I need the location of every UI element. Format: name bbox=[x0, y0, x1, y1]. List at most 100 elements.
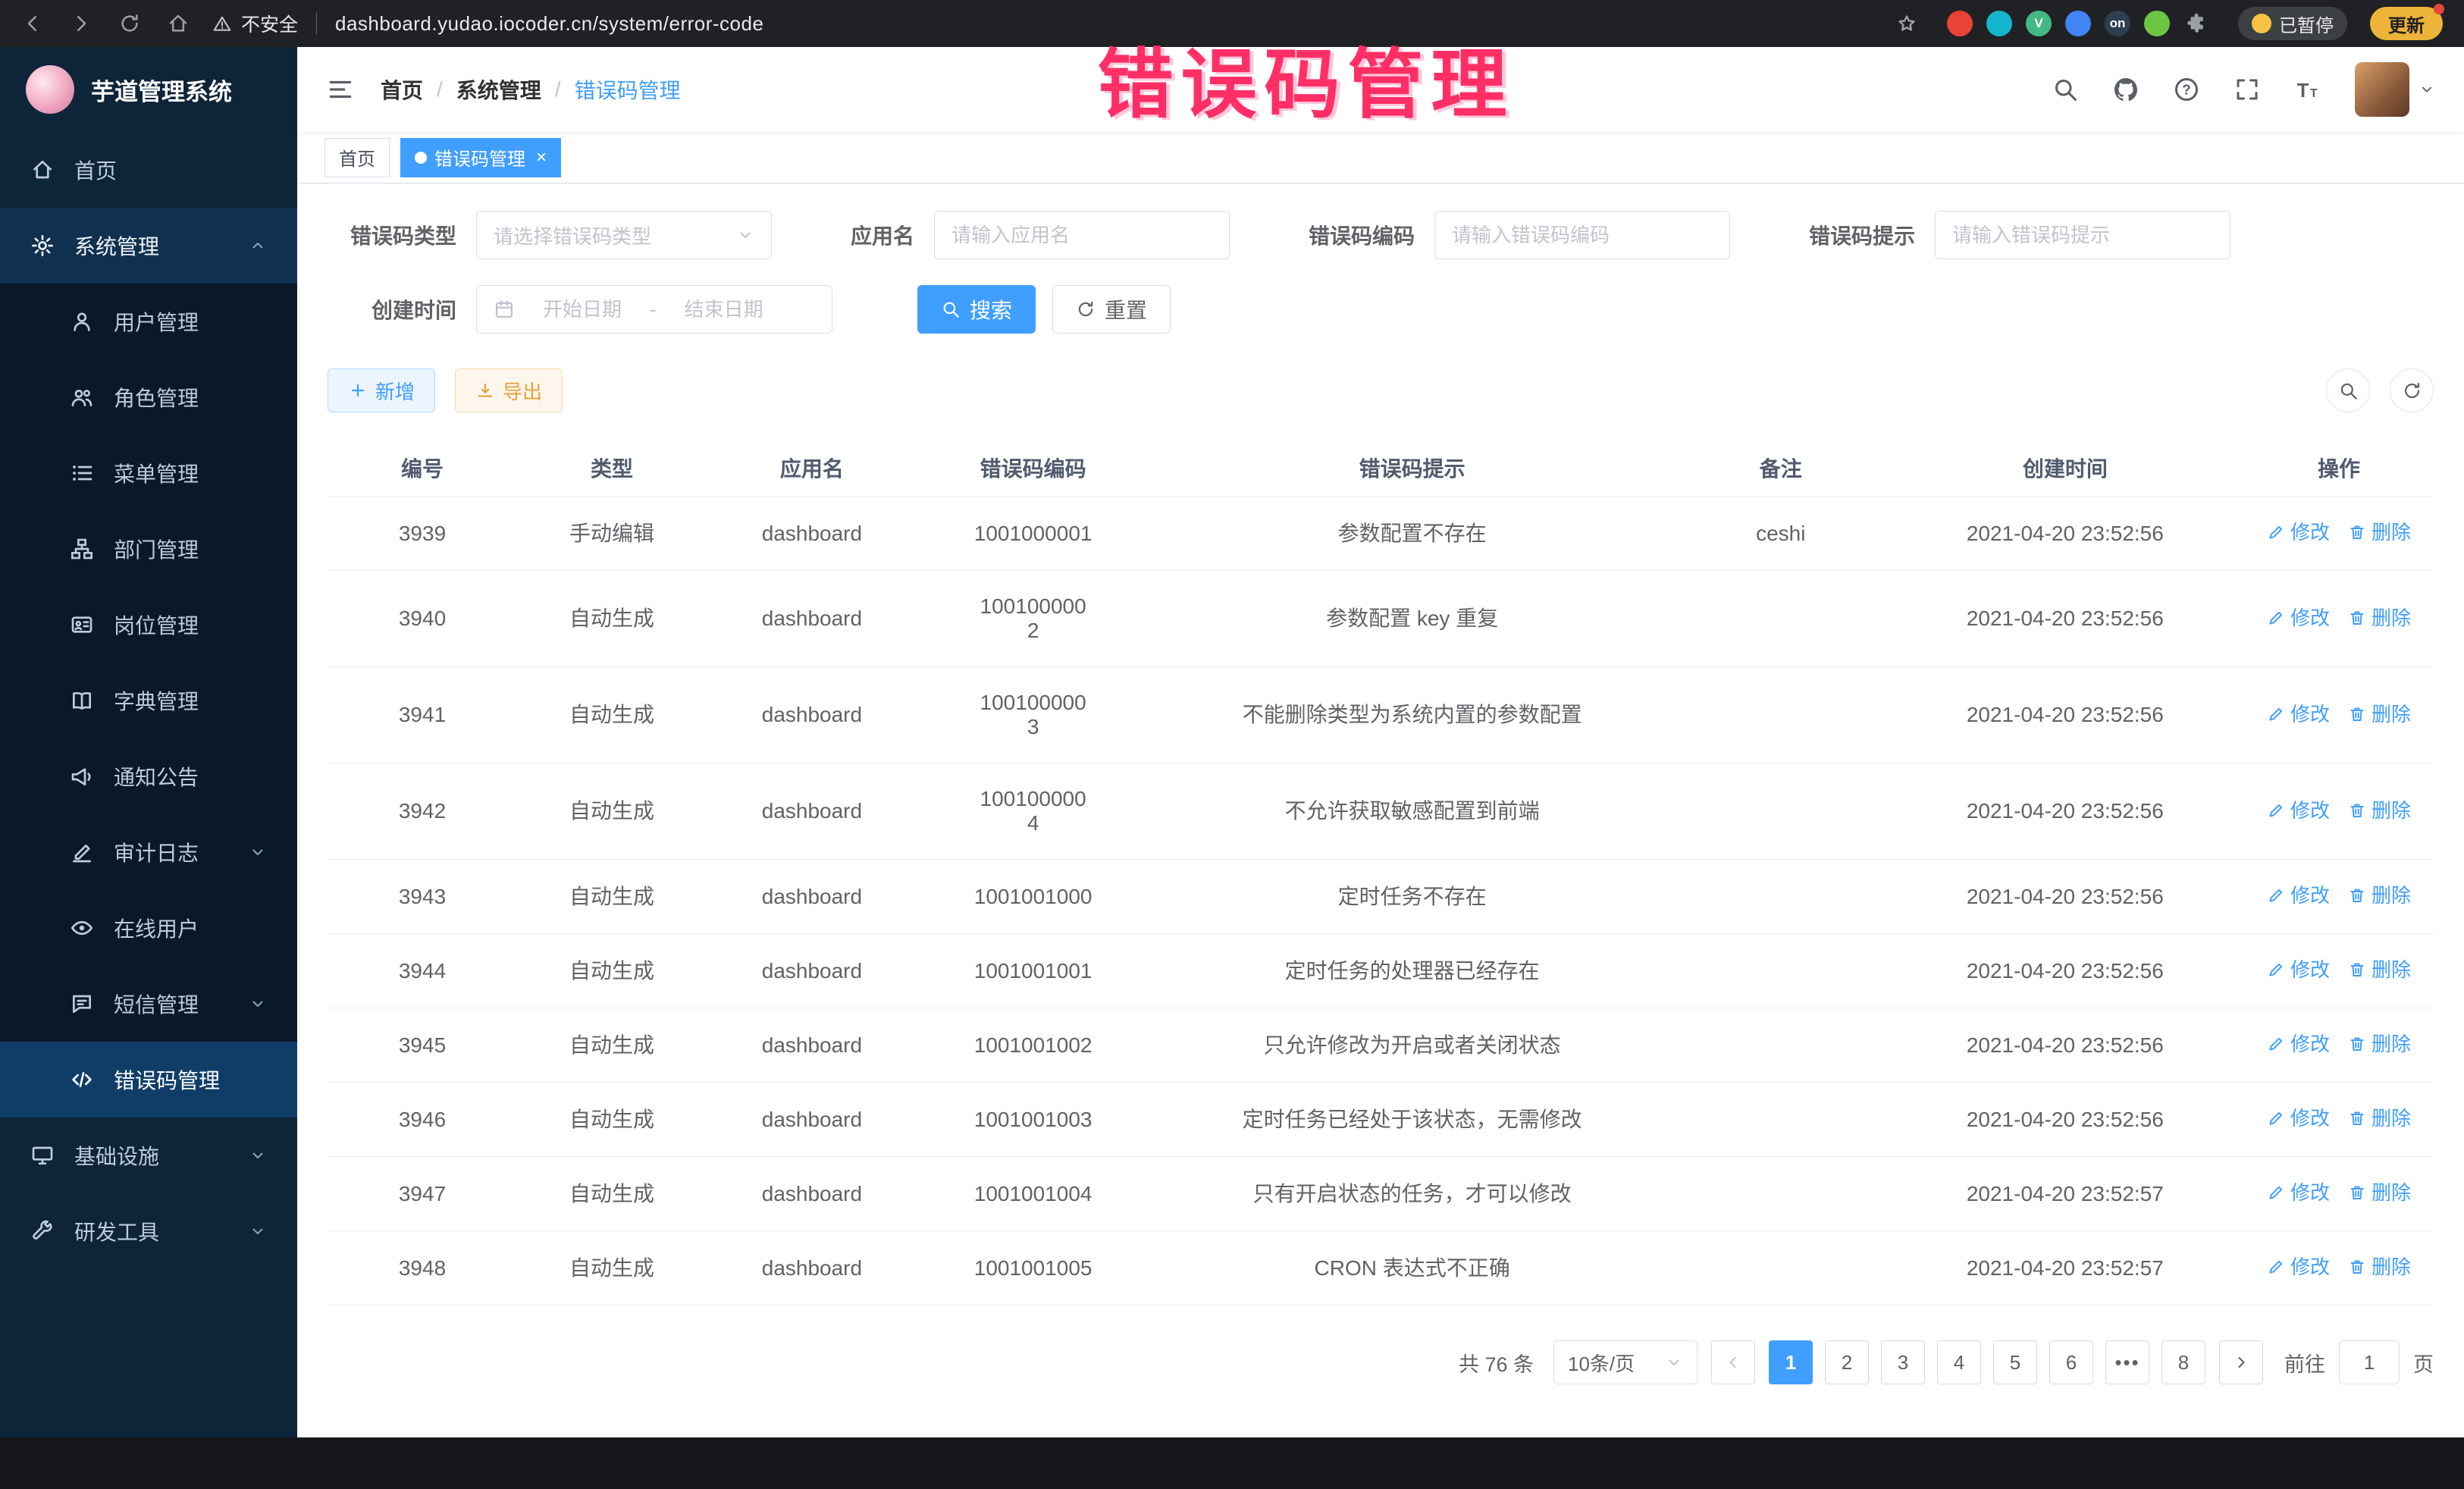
octotree-icon[interactable] bbox=[2144, 11, 2170, 36]
breadcrumb-item-system[interactable]: 系统管理 bbox=[456, 74, 541, 105]
paused-badge[interactable]: 已暂停 bbox=[2238, 7, 2347, 40]
sidebar-item-label: 系统管理 bbox=[74, 230, 159, 261]
browser-reload-button[interactable] bbox=[118, 12, 141, 35]
search-button[interactable]: 搜索 bbox=[917, 285, 1036, 334]
fullscreen-icon[interactable] bbox=[2234, 76, 2261, 103]
delete-link[interactable]: 删除 bbox=[2348, 958, 2411, 982]
cell-code: 100100000 4 bbox=[917, 763, 1149, 860]
delete-link[interactable]: 删除 bbox=[2348, 883, 2411, 908]
help-icon[interactable]: ? bbox=[2173, 76, 2200, 103]
sidebar-item-post[interactable]: 岗位管理 bbox=[0, 587, 297, 663]
edit-link[interactable]: 修改 bbox=[2267, 606, 2330, 630]
sidebar-item-home[interactable]: 首页 bbox=[0, 132, 297, 208]
browser-back-button[interactable] bbox=[21, 12, 44, 35]
delete-link[interactable]: 删除 bbox=[2348, 606, 2411, 630]
page-button-2[interactable]: 2 bbox=[1825, 1340, 1869, 1384]
goto-page-input[interactable] bbox=[2339, 1340, 2400, 1384]
edit-link[interactable]: 修改 bbox=[2267, 702, 2330, 726]
browser-home-button[interactable] bbox=[167, 12, 190, 35]
delete-link[interactable]: 删除 bbox=[2348, 702, 2411, 726]
close-icon[interactable]: × bbox=[536, 149, 547, 167]
edit-link[interactable]: 修改 bbox=[2267, 1180, 2330, 1205]
sidebar-item-error-code[interactable]: 错误码管理 bbox=[0, 1042, 297, 1118]
toggle-search-button[interactable] bbox=[2326, 368, 2370, 412]
delete-link[interactable]: 删除 bbox=[2348, 1255, 2411, 1279]
page-button-3[interactable]: 3 bbox=[1881, 1340, 1925, 1384]
page-size-value: 10条/页 bbox=[1568, 1349, 1635, 1377]
sidebar-item-role[interactable]: 角色管理 bbox=[0, 359, 297, 435]
app-name-input[interactable] bbox=[951, 224, 1212, 247]
error-type-label: 错误码类型 bbox=[328, 220, 456, 250]
sidebar-item-dict[interactable]: 字典管理 bbox=[0, 663, 297, 738]
cell-id: 3942 bbox=[328, 763, 517, 860]
sidebar-toggle-button[interactable] bbox=[326, 75, 355, 104]
add-button[interactable]: 新增 bbox=[328, 368, 435, 412]
reset-button[interactable]: 重置 bbox=[1052, 285, 1171, 334]
page-size-select[interactable]: 10条/页 bbox=[1553, 1340, 1698, 1384]
breadcrumb-item-home[interactable]: 首页 bbox=[381, 74, 423, 105]
sidebar-item-infra[interactable]: 基础设施 bbox=[0, 1118, 297, 1193]
edit-link[interactable]: 修改 bbox=[2267, 1255, 2330, 1279]
github-icon[interactable] bbox=[2112, 76, 2140, 103]
cell-remark bbox=[1676, 1083, 1886, 1157]
delete-link[interactable]: 删除 bbox=[2348, 1180, 2411, 1205]
error-code-input[interactable] bbox=[1452, 224, 1713, 247]
colorpicker-icon[interactable] bbox=[1986, 11, 2012, 36]
browser-forward-button[interactable] bbox=[70, 12, 92, 35]
edit-link[interactable]: 修改 bbox=[2267, 1032, 2330, 1056]
search-icon[interactable] bbox=[2052, 76, 2079, 103]
stats-icon[interactable] bbox=[2065, 11, 2091, 36]
tab-home[interactable]: 首页 bbox=[324, 138, 390, 177]
delete-link[interactable]: 删除 bbox=[2348, 1032, 2411, 1056]
error-tip-input[interactable] bbox=[1952, 224, 2213, 247]
vue-devtools-icon[interactable]: V bbox=[2026, 11, 2052, 36]
logo[interactable]: 芋道管理系统 bbox=[0, 47, 297, 132]
edit-link[interactable]: 修改 bbox=[2267, 958, 2330, 982]
page-button-1[interactable]: 1 bbox=[1769, 1340, 1813, 1384]
cell-id: 3940 bbox=[328, 571, 517, 667]
sidebar-item-audit-log[interactable]: 审计日志 bbox=[0, 814, 297, 890]
edit-link[interactable]: 修改 bbox=[2267, 883, 2330, 908]
sidebar-item-dev-tools[interactable]: 研发工具 bbox=[0, 1193, 297, 1269]
security-indicator[interactable]: 不安全 bbox=[212, 10, 298, 37]
prev-page-button[interactable] bbox=[1711, 1340, 1755, 1384]
edit-link[interactable]: 修改 bbox=[2267, 798, 2330, 823]
error-type-select[interactable]: 请选择错误码类型 bbox=[476, 211, 772, 259]
edit-link[interactable]: 修改 bbox=[2267, 1106, 2330, 1130]
cell-tip: 参数配置 key 重复 bbox=[1149, 571, 1676, 667]
delete-link[interactable]: 删除 bbox=[2348, 798, 2411, 823]
page-button-5[interactable]: 5 bbox=[1993, 1340, 2037, 1384]
tab-error-code[interactable]: 错误码管理× bbox=[400, 138, 561, 177]
puzzle-icon[interactable] bbox=[2183, 11, 2209, 36]
sidebar-item-menu[interactable]: 菜单管理 bbox=[0, 435, 297, 511]
delete-link[interactable]: 删除 bbox=[2348, 1106, 2411, 1130]
update-button[interactable]: 更新 bbox=[2370, 7, 2443, 40]
edit-link[interactable]: 修改 bbox=[2267, 520, 2330, 544]
sidebar-item-online-user[interactable]: 在线用户 bbox=[0, 890, 297, 966]
sidebar-item-notice[interactable]: 通知公告 bbox=[0, 738, 297, 814]
cell-app: dashboard bbox=[707, 763, 917, 860]
recorder-icon[interactable] bbox=[1947, 11, 1973, 36]
page-button-6[interactable]: 6 bbox=[2049, 1340, 2093, 1384]
sidebar-item-sms[interactable]: 短信管理 bbox=[0, 966, 297, 1042]
sidebar-item-dept[interactable]: 部门管理 bbox=[0, 511, 297, 587]
sidebar-item-user[interactable]: 用户管理 bbox=[0, 284, 297, 359]
page-button-8[interactable]: 8 bbox=[2161, 1340, 2205, 1384]
page-more-button[interactable]: ••• bbox=[2105, 1340, 2149, 1384]
proxy-icon[interactable]: on bbox=[2105, 11, 2130, 36]
start-date-input[interactable] bbox=[525, 298, 639, 321]
refresh-table-button[interactable] bbox=[2390, 368, 2434, 412]
breadcrumb-item-error-code[interactable]: 错误码管理 bbox=[575, 74, 681, 105]
sidebar-item-system[interactable]: 系统管理 bbox=[0, 208, 297, 284]
url-text[interactable]: dashboard.yudao.iocoder.cn/system/error-… bbox=[335, 12, 763, 36]
page-button-4[interactable]: 4 bbox=[1937, 1340, 1981, 1384]
next-page-button[interactable] bbox=[2219, 1340, 2263, 1384]
export-button[interactable]: 导出 bbox=[455, 368, 563, 412]
end-date-input[interactable] bbox=[667, 298, 781, 321]
user-menu[interactable] bbox=[2355, 62, 2435, 117]
date-range-picker[interactable]: - bbox=[476, 285, 832, 334]
bookmark-star-icon[interactable] bbox=[1895, 12, 1918, 35]
delete-link[interactable]: 删除 bbox=[2348, 520, 2411, 544]
font-size-icon[interactable]: TT bbox=[2294, 76, 2321, 103]
users-icon bbox=[70, 385, 94, 409]
